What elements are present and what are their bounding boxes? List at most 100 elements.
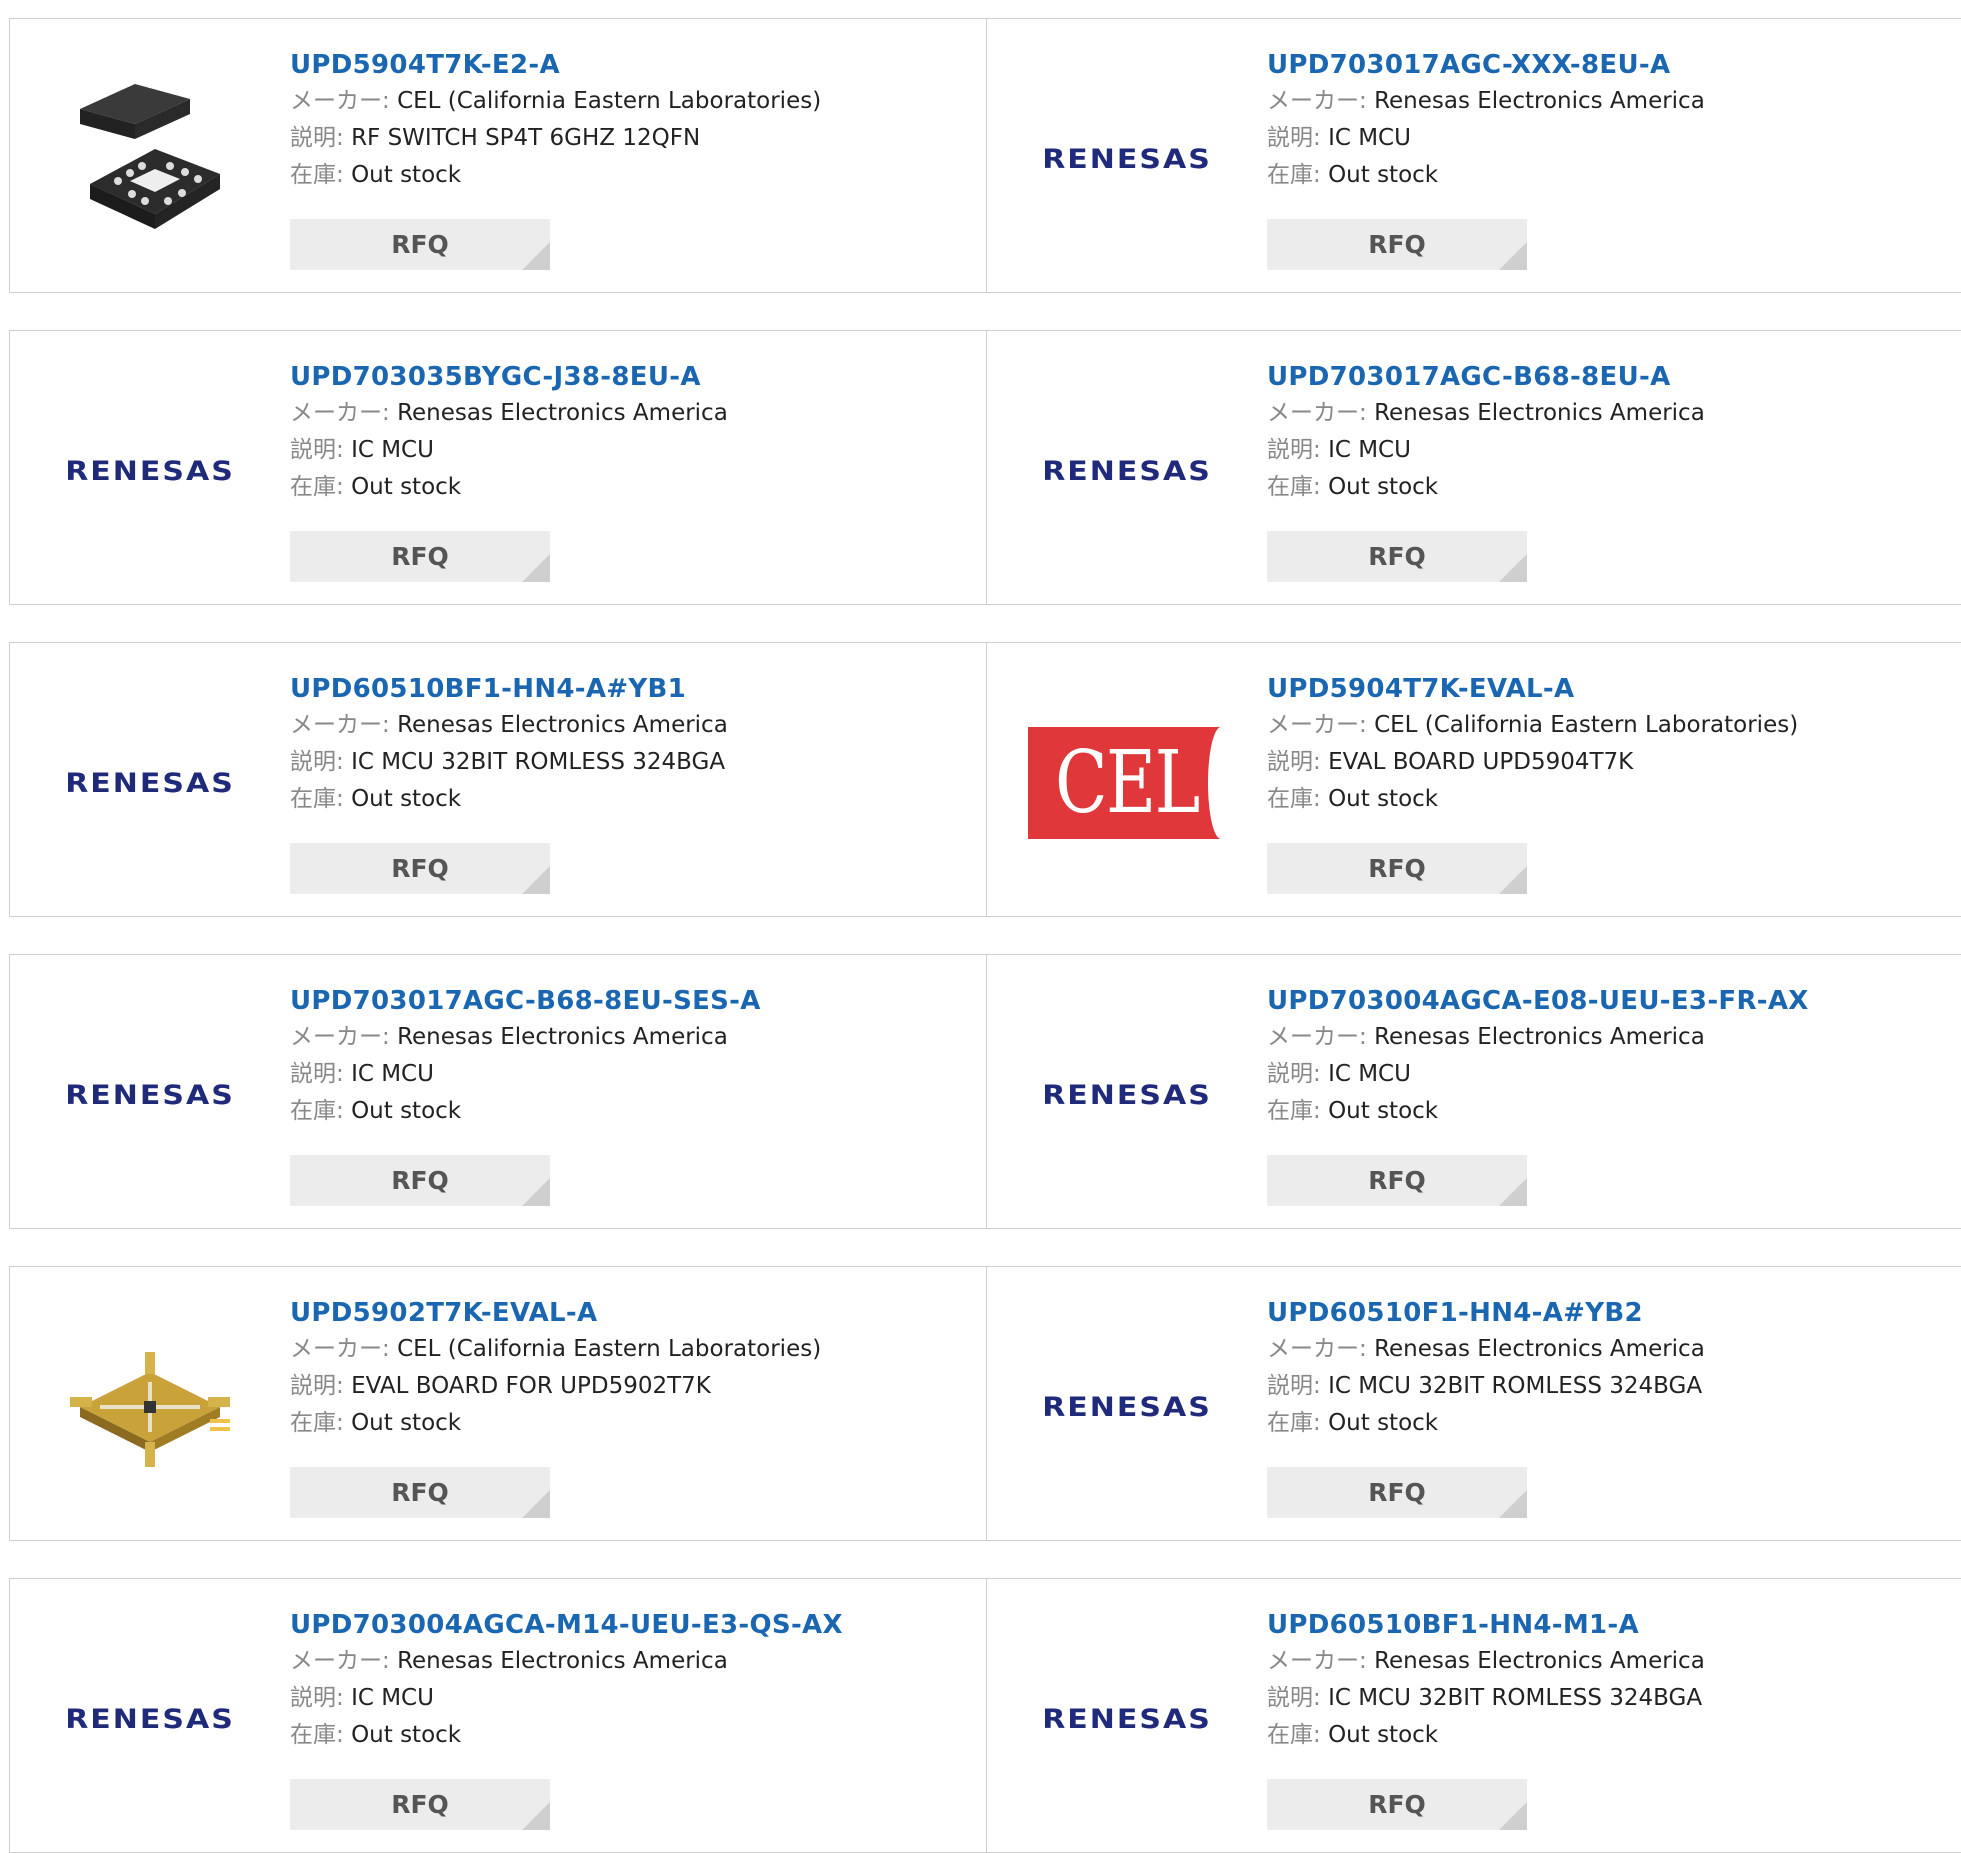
- rfq-button[interactable]: RFQ: [1267, 531, 1527, 582]
- product-image[interactable]: CEL: [1027, 683, 1227, 883]
- part-number-link[interactable]: UPD60510F1-HN4-A#YB2: [1267, 1295, 1705, 1331]
- desc-label: 説明:: [290, 437, 344, 463]
- renesas-logo: RENESAS: [65, 1079, 235, 1111]
- stock-label: 在庫:: [290, 474, 344, 500]
- desc-label: 説明:: [1267, 1685, 1321, 1711]
- maker-label: メーカー:: [290, 1024, 390, 1050]
- rfq-label: RFQ: [391, 1478, 449, 1507]
- rfq-button[interactable]: RFQ: [1267, 1155, 1527, 1206]
- desc-value: IC MCU 32BIT ROMLESS 324BGA: [351, 749, 726, 775]
- desc-line: 説明: IC MCU 32BIT ROMLESS 324BGA: [1267, 1680, 1705, 1717]
- product-info: UPD60510BF1-HN4-M1-A メーカー: Renesas Elect…: [1267, 1607, 1705, 1754]
- renesas-logo: RENESAS: [1042, 1703, 1212, 1735]
- desc-label: 説明:: [1267, 125, 1321, 151]
- product-card: CEL UPD5904T7K-EVAL-A メーカー: CEL (Califor…: [987, 643, 1961, 916]
- stock-label: 在庫:: [1267, 786, 1321, 812]
- desc-value: IC MCU: [351, 1061, 434, 1087]
- product-image[interactable]: RENESAS: [1027, 995, 1227, 1195]
- rfq-label: RFQ: [391, 542, 449, 571]
- product-info: UPD60510BF1-HN4-A#YB1 メーカー: Renesas Elec…: [290, 671, 728, 818]
- rfq-button[interactable]: RFQ: [290, 1467, 550, 1518]
- renesas-logo: RENESAS: [65, 767, 235, 799]
- part-number-link[interactable]: UPD703017AGC-B68-8EU-SES-A: [290, 983, 761, 1019]
- rfq-label: RFQ: [1368, 1478, 1426, 1507]
- product-row: RENESAS UPD703035BYGC-J38-8EU-A メーカー: Re…: [9, 330, 1961, 605]
- stock-line: 在庫: Out stock: [290, 157, 821, 194]
- product-info: UPD703004AGCA-E08-UEU-E3-FR-AX メーカー: Ren…: [1267, 983, 1809, 1130]
- product-card: RENESAS UPD60510F1-HN4-A#YB2 メーカー: Renes…: [987, 1267, 1961, 1540]
- maker-label: メーカー:: [1267, 1648, 1367, 1674]
- corner-decoration: [1499, 1490, 1527, 1518]
- part-number-link[interactable]: UPD5904T7K-E2-A: [290, 47, 821, 83]
- part-number-link[interactable]: UPD703017AGC-B68-8EU-A: [1267, 359, 1705, 395]
- maker-line: メーカー: CEL (California Eastern Laboratori…: [290, 1331, 821, 1368]
- stock-label: 在庫:: [1267, 474, 1321, 500]
- stock-value: Out stock: [351, 1410, 462, 1436]
- part-number-link[interactable]: UPD5902T7K-EVAL-A: [290, 1295, 821, 1331]
- maker-label: メーカー:: [1267, 1024, 1367, 1050]
- stock-label: 在庫:: [1267, 1410, 1321, 1436]
- rfq-button[interactable]: RFQ: [1267, 1467, 1527, 1518]
- stock-line: 在庫: Out stock: [1267, 1093, 1809, 1130]
- rfq-button[interactable]: RFQ: [290, 531, 550, 582]
- stock-value: Out stock: [1328, 1722, 1439, 1748]
- part-number-link[interactable]: UPD5904T7K-EVAL-A: [1267, 671, 1798, 707]
- product-image[interactable]: RENESAS: [1027, 1619, 1227, 1819]
- rfq-button[interactable]: RFQ: [1267, 1779, 1527, 1830]
- stock-value: Out stock: [351, 1722, 462, 1748]
- product-row: UPD5902T7K-EVAL-A メーカー: CEL (California …: [9, 1266, 1961, 1541]
- stock-line: 在庫: Out stock: [290, 1717, 843, 1754]
- maker-line: メーカー: Renesas Electronics America: [1267, 395, 1705, 432]
- part-number-link[interactable]: UPD60510BF1-HN4-A#YB1: [290, 671, 728, 707]
- product-info: UPD703017AGC-XXX-8EU-A メーカー: Renesas Ele…: [1267, 47, 1705, 194]
- product-row: RENESAS UPD703004AGCA-M14-UEU-E3-QS-AX メ…: [9, 1578, 1961, 1853]
- rfq-button[interactable]: RFQ: [290, 843, 550, 894]
- desc-value: EVAL BOARD UPD5904T7K: [1328, 749, 1634, 775]
- part-number-link[interactable]: UPD703004AGCA-E08-UEU-E3-FR-AX: [1267, 983, 1809, 1019]
- stock-value: Out stock: [351, 786, 462, 812]
- part-number-link[interactable]: UPD60510BF1-HN4-M1-A: [1267, 1607, 1705, 1643]
- rfq-button[interactable]: RFQ: [290, 219, 550, 270]
- desc-label: 説明:: [1267, 749, 1321, 775]
- product-info: UPD5904T7K-EVAL-A メーカー: CEL (California …: [1267, 671, 1798, 818]
- rfq-button[interactable]: RFQ: [290, 1155, 550, 1206]
- product-card: RENESAS UPD60510BF1-HN4-A#YB1 メーカー: Rene…: [9, 643, 987, 916]
- desc-label: 説明:: [290, 1373, 344, 1399]
- desc-value: EVAL BOARD FOR UPD5902T7K: [351, 1373, 711, 1399]
- desc-line: 説明: IC MCU: [290, 1056, 761, 1093]
- product-info: UPD703017AGC-B68-8EU-SES-A メーカー: Renesas…: [290, 983, 761, 1130]
- product-image[interactable]: RENESAS: [1027, 1307, 1227, 1507]
- desc-value: IC MCU: [1328, 1061, 1411, 1087]
- desc-value: IC MCU: [351, 1685, 434, 1711]
- maker-line: メーカー: Renesas Electronics America: [1267, 83, 1705, 120]
- qfn-chip-icon: [80, 84, 220, 229]
- product-image[interactable]: RENESAS: [50, 683, 250, 883]
- rfq-button[interactable]: RFQ: [1267, 219, 1527, 270]
- product-card: RENESAS UPD703004AGCA-M14-UEU-E3-QS-AX メ…: [9, 1579, 987, 1852]
- product-image[interactable]: RENESAS: [50, 995, 250, 1195]
- product-image[interactable]: [50, 59, 250, 259]
- maker-label: メーカー:: [290, 400, 390, 426]
- product-image[interactable]: RENESAS: [50, 1619, 250, 1819]
- rfq-button[interactable]: RFQ: [1267, 843, 1527, 894]
- desc-label: 説明:: [1267, 437, 1321, 463]
- product-image[interactable]: RENESAS: [1027, 59, 1227, 259]
- product-info: UPD703017AGC-B68-8EU-A メーカー: Renesas Ele…: [1267, 359, 1705, 506]
- desc-value: IC MCU 32BIT ROMLESS 324BGA: [1328, 1685, 1703, 1711]
- desc-label: 説明:: [290, 1685, 344, 1711]
- part-number-link[interactable]: UPD703035BYGC-J38-8EU-A: [290, 359, 728, 395]
- rfq-button[interactable]: RFQ: [290, 1779, 550, 1830]
- desc-value: IC MCU: [1328, 437, 1411, 463]
- product-image[interactable]: [50, 1307, 250, 1507]
- product-image[interactable]: RENESAS: [50, 371, 250, 571]
- part-number-link[interactable]: UPD703017AGC-XXX-8EU-A: [1267, 47, 1705, 83]
- rfq-label: RFQ: [1368, 230, 1426, 259]
- maker-line: メーカー: CEL (California Eastern Laboratori…: [1267, 707, 1798, 744]
- maker-label: メーカー:: [290, 88, 390, 114]
- maker-label: メーカー:: [1267, 88, 1367, 114]
- product-card: UPD5902T7K-EVAL-A メーカー: CEL (California …: [9, 1267, 987, 1540]
- desc-label: 説明:: [1267, 1061, 1321, 1087]
- product-image[interactable]: RENESAS: [1027, 371, 1227, 571]
- desc-line: 説明: EVAL BOARD FOR UPD5902T7K: [290, 1368, 821, 1405]
- part-number-link[interactable]: UPD703004AGCA-M14-UEU-E3-QS-AX: [290, 1607, 843, 1643]
